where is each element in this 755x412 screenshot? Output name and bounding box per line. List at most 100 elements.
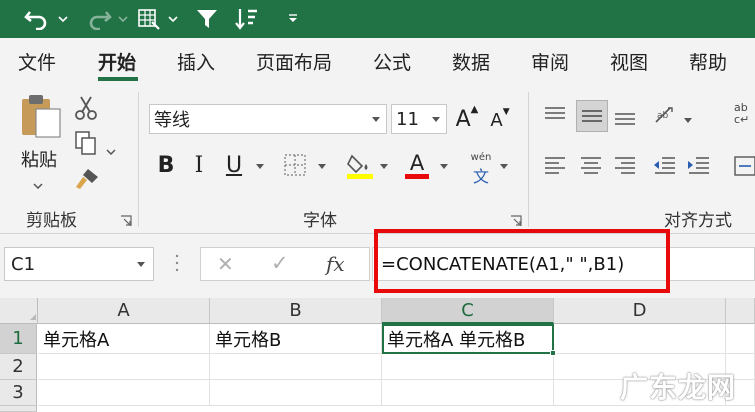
tab-data[interactable]: 数据 <box>452 48 490 75</box>
column-header-e[interactable] <box>726 298 755 324</box>
align-top-icon[interactable] <box>542 104 568 132</box>
underline-dropdown-icon[interactable] <box>256 164 264 169</box>
column-header-b[interactable]: B <box>210 298 382 324</box>
grow-font-icon: A <box>455 106 471 132</box>
sort-icon[interactable] <box>232 0 262 38</box>
cell-b2[interactable] <box>210 354 382 380</box>
shrink-font-button[interactable]: A ▼ <box>488 106 512 134</box>
paste-icon[interactable] <box>20 93 62 143</box>
borders-dropdown-icon[interactable] <box>318 164 326 169</box>
ribbon-tabs: 文件 开始 插入 页面布局 公式 数据 审阅 视图 帮助 <box>0 38 755 82</box>
phonetic-char: 文 <box>472 167 489 186</box>
phonetic-pinyin: wén <box>470 152 492 163</box>
font-name-value: 等线 <box>154 110 190 131</box>
align-center-icon[interactable] <box>578 154 604 182</box>
svg-text:A: A <box>410 151 425 175</box>
alignment-group-label: 对齐方式 <box>664 211 732 231</box>
row-header-3[interactable]: 3 <box>0 380 37 406</box>
cell-c1[interactable]: 单元格A 单元格B <box>382 324 554 354</box>
clipboard-group-label: 剪贴板 <box>26 211 77 231</box>
font-launcher-icon[interactable] <box>510 212 522 226</box>
paste-label[interactable]: 粘贴 <box>21 146 57 172</box>
name-box[interactable]: C1 <box>4 247 154 281</box>
cell-b3[interactable] <box>210 380 382 406</box>
wrap-text-icon[interactable]: ab c↵ <box>734 102 749 126</box>
cell-e1[interactable] <box>726 324 755 354</box>
underline-button[interactable]: U <box>222 150 246 180</box>
merge-center-icon[interactable] <box>734 154 755 182</box>
copy-dropdown-icon[interactable] <box>106 140 116 159</box>
redo-icon[interactable] <box>82 0 116 38</box>
phonetic-guide-button[interactable]: wén 文 <box>467 152 495 187</box>
row-header-4[interactable] <box>0 406 37 412</box>
italic-button[interactable]: I <box>188 150 210 180</box>
font-color-dropdown-icon[interactable] <box>440 164 448 169</box>
form-icon[interactable] <box>134 0 164 38</box>
customize-icon[interactable] <box>286 0 300 38</box>
enter-icon[interactable]: ✓ <box>271 251 289 275</box>
cell-a1[interactable]: 单元格A <box>38 324 210 354</box>
tab-home[interactable]: 开始 <box>98 48 136 75</box>
font-color-icon[interactable]: A <box>404 150 430 184</box>
grow-font-button[interactable]: A ▲ <box>454 104 480 134</box>
insert-function-icon[interactable]: fx <box>326 252 345 276</box>
align-middle-button[interactable] <box>576 100 608 132</box>
copy-icon[interactable] <box>74 130 98 160</box>
orientation-dropdown-icon[interactable] <box>684 118 692 123</box>
svg-text:ab: ab <box>657 111 669 121</box>
paste-dropdown-icon[interactable] <box>33 174 43 193</box>
cell-c2[interactable] <box>382 354 554 380</box>
cut-icon[interactable] <box>74 95 98 125</box>
font-group-label: 字体 <box>303 211 337 231</box>
align-right-icon[interactable] <box>612 154 638 182</box>
font-name-dropdown-icon <box>372 117 380 122</box>
tab-help[interactable]: 帮助 <box>689 48 727 75</box>
active-tab-indicator <box>98 77 138 81</box>
tab-review[interactable]: 审阅 <box>531 48 569 75</box>
decrease-indent-icon[interactable] <box>652 154 678 182</box>
column-header-c[interactable]: C <box>382 298 554 324</box>
phonetic-dropdown-icon[interactable] <box>500 164 508 169</box>
format-painter-icon[interactable] <box>74 167 100 195</box>
tab-insert[interactable]: 插入 <box>177 48 215 75</box>
column-header-a[interactable]: A <box>38 298 210 324</box>
tab-page-layout[interactable]: 页面布局 <box>256 48 332 75</box>
form-dropdown-icon[interactable] <box>166 0 180 38</box>
separator <box>528 92 529 227</box>
font-size-dropdown-icon <box>432 117 440 122</box>
filter-icon[interactable] <box>193 0 221 38</box>
cell-a3[interactable] <box>38 380 210 406</box>
watermark: 广东龙网 <box>620 371 737 404</box>
column-header-d[interactable]: D <box>554 298 726 324</box>
formula-input[interactable]: =CONCATENATE(A1," ",B1) <box>372 247 755 281</box>
font-name-select[interactable]: 等线 <box>149 104 387 134</box>
align-bottom-icon[interactable] <box>612 104 638 132</box>
font-size-select[interactable]: 11 <box>391 104 447 134</box>
row-header-1[interactable]: 1 <box>0 324 37 354</box>
formula-bar-resize-handle[interactable] <box>175 252 179 274</box>
cell-c3[interactable] <box>382 380 554 406</box>
fill-color-dropdown-icon[interactable] <box>380 164 388 169</box>
align-left-icon[interactable] <box>542 154 568 182</box>
tab-file[interactable]: 文件 <box>18 48 56 75</box>
select-all-button[interactable] <box>0 298 38 324</box>
name-box-dropdown-icon <box>137 262 145 267</box>
tab-formulas[interactable]: 公式 <box>373 48 411 75</box>
cell-b1[interactable]: 单元格B <box>210 324 382 354</box>
fill-color-icon[interactable] <box>346 150 374 184</box>
clipboard-launcher-icon[interactable] <box>120 212 132 226</box>
cancel-icon[interactable]: ✕ <box>217 252 234 276</box>
borders-icon[interactable] <box>284 154 306 180</box>
caret-down-icon: ▼ <box>502 107 510 117</box>
increase-indent-icon[interactable] <box>686 154 712 182</box>
undo-icon[interactable] <box>20 0 54 38</box>
row-header-2[interactable]: 2 <box>0 354 37 380</box>
redo-dropdown-icon[interactable] <box>116 0 130 38</box>
undo-dropdown-icon[interactable] <box>56 0 70 38</box>
fill-handle[interactable] <box>550 350 556 356</box>
tab-view[interactable]: 视图 <box>610 48 648 75</box>
orientation-icon[interactable]: ab <box>652 104 678 132</box>
cell-d1[interactable] <box>554 324 726 354</box>
cell-a2[interactable] <box>38 354 210 380</box>
bold-button[interactable]: B <box>154 150 178 180</box>
